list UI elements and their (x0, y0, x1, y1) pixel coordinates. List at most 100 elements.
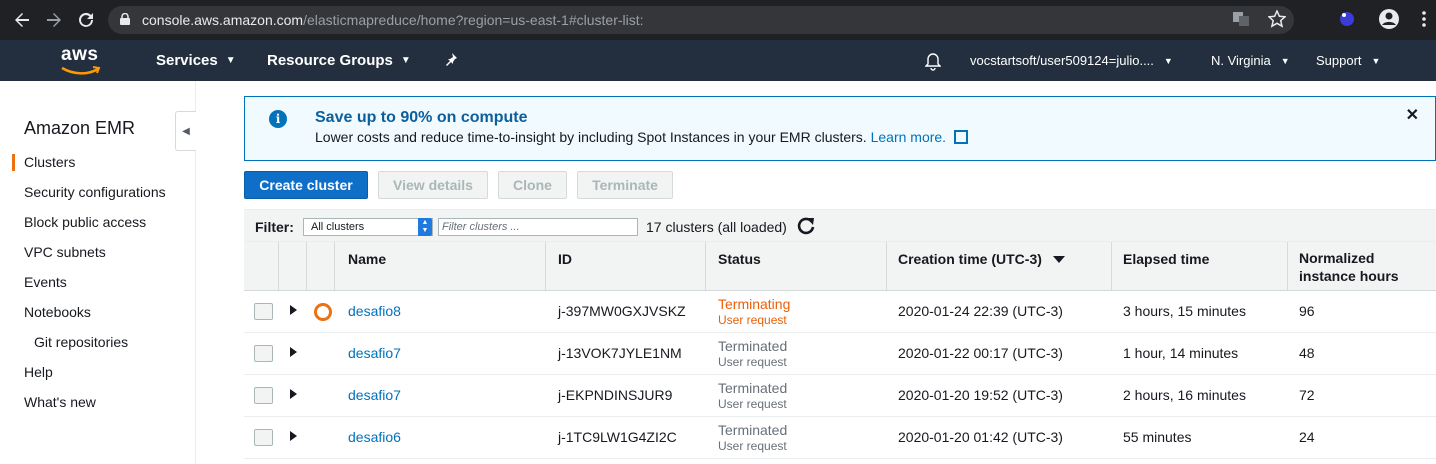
table-row[interactable]: desafio6 j-1TC9LW1G4ZI2C Terminated User… (244, 417, 1436, 459)
sidebar-item-clusters[interactable]: Clusters (11, 154, 75, 171)
table-row[interactable]: desafio7 j-EKPNDINSJUR9 Terminated User … (244, 375, 1436, 417)
column-header-normalized-hours[interactable]: Normalized instance hours (1299, 249, 1399, 285)
normalized-hours: 72 (1299, 387, 1315, 403)
address-bar[interactable]: console.aws.amazon.com/elasticmapreduce/… (108, 6, 1294, 34)
region-menu[interactable]: N. Virginia ▼ (1211, 53, 1290, 68)
status-reason: User request (718, 313, 787, 327)
refresh-icon[interactable] (796, 216, 816, 241)
chevron-left-icon: ◀ (182, 125, 190, 137)
normalized-hours: 24 (1299, 429, 1315, 445)
account-label: vocstartsoft/user509124=julio.... (970, 53, 1154, 68)
select-arrows-icon: ▲ ▼ (418, 218, 432, 236)
expand-row-icon[interactable] (290, 305, 297, 315)
creation-time: 2020-01-24 22:39 (UTC-3) (898, 303, 1063, 319)
status-text: Terminated (718, 338, 788, 354)
forward-icon[interactable] (42, 8, 66, 32)
status-text: Terminating (718, 296, 791, 312)
account-menu[interactable]: vocstartsoft/user509124=julio.... ▼ (970, 53, 1173, 68)
sidebar-title: Amazon EMR (24, 118, 136, 138)
menu-kebab-icon[interactable] (1422, 11, 1426, 32)
column-divider (705, 242, 706, 291)
sidebar-item-events[interactable]: Events (24, 274, 67, 290)
normalized-hours-label-2: instance hours (1299, 268, 1399, 284)
lock-icon (120, 12, 130, 28)
cluster-id: j-397MW0GXJVSKZ (558, 303, 686, 319)
back-icon[interactable] (10, 8, 34, 32)
sidebar-item-vpc-subnets[interactable]: VPC subnets (24, 244, 106, 260)
aws-top-nav: aws Services ▼ Resource Groups ▼ vocstarts… (0, 40, 1436, 81)
row-checkbox[interactable] (254, 345, 273, 362)
sidebar-item-block-public-access[interactable]: Block public access (24, 214, 146, 230)
column-header-status[interactable]: Status (718, 250, 761, 268)
cluster-status: Terminated User request (718, 380, 787, 412)
elapsed-time: 1 hour, 14 minutes (1123, 345, 1239, 361)
spot-savings-banner: i Save up to 90% on compute Lower costs … (244, 96, 1436, 161)
learn-more-link[interactable]: Learn more. (871, 129, 946, 145)
sidebar-item-notebooks[interactable]: Notebooks (24, 304, 91, 320)
expand-row-icon[interactable] (290, 431, 297, 441)
cluster-table-header: Name ID Status Creation time (UTC-3) Ela… (244, 242, 1436, 291)
collapse-sidebar-button[interactable]: ◀ (175, 111, 196, 151)
sort-descending-icon (1052, 256, 1065, 263)
clone-button[interactable]: Clone (498, 171, 567, 199)
sidebar: Amazon EMR ◀ Clusters Security configura… (0, 81, 196, 464)
bell-icon[interactable] (925, 53, 941, 71)
filter-clusters-input[interactable] (438, 218, 638, 236)
elapsed-time: 2 hours, 16 minutes (1123, 387, 1246, 403)
cluster-name-link[interactable]: desafio7 (348, 387, 401, 403)
table-row[interactable]: desafio8 j-397MW0GXJVSKZ Terminating Use… (244, 291, 1436, 333)
status-text: Terminated (718, 380, 788, 396)
url-path: /elasticmapreduce/home?region=us-east-1#… (303, 12, 644, 28)
external-link-icon[interactable] (953, 130, 968, 144)
close-icon[interactable]: ✕ (1406, 105, 1419, 125)
table-row[interactable]: desafio7 j-13VOK7JYLE1NM Terminated User… (244, 333, 1436, 375)
column-divider (306, 242, 307, 291)
info-icon: i (269, 110, 287, 128)
elapsed-time: 55 minutes (1123, 429, 1192, 445)
bookmark-star-icon[interactable] (1267, 9, 1287, 33)
banner-body-text: Lower costs and reduce time-to-insight b… (315, 129, 871, 145)
column-header-id[interactable]: ID (558, 250, 572, 268)
profile-icon[interactable] (1378, 8, 1400, 35)
expand-row-icon[interactable] (290, 347, 297, 357)
expand-row-icon[interactable] (290, 389, 297, 399)
sidebar-item-git-repositories[interactable]: Git repositories (34, 334, 128, 350)
column-divider (278, 242, 279, 291)
status-reason: User request (718, 397, 787, 411)
row-checkbox[interactable] (254, 387, 273, 404)
sidebar-item-security-configurations[interactable]: Security configurations (24, 184, 166, 200)
pin-icon[interactable] (444, 52, 458, 66)
filter-bar: Filter: All clusters ▲▼ 17 clusters (all… (244, 209, 1436, 242)
cluster-status: Terminated User request (718, 422, 787, 454)
column-divider (545, 242, 546, 291)
column-header-name[interactable]: Name (348, 250, 386, 268)
cluster-name-link[interactable]: desafio7 (348, 345, 401, 361)
aws-logo[interactable]: aws (58, 44, 104, 78)
extension-icon[interactable] (1338, 10, 1356, 33)
chevron-down-icon: ▼ (400, 55, 411, 66)
cluster-name-link[interactable]: desafio6 (348, 429, 401, 445)
resource-groups-menu[interactable]: Resource Groups ▼ (267, 52, 411, 69)
view-details-button[interactable]: View details (378, 171, 488, 199)
create-cluster-button[interactable]: Create cluster (244, 171, 368, 199)
banner-title: Save up to 90% on compute (315, 109, 528, 126)
terminate-button[interactable]: Terminate (577, 171, 673, 199)
cluster-filter-select[interactable]: All clusters ▲ ▼ (303, 218, 433, 236)
services-menu[interactable]: Services ▼ (156, 52, 236, 69)
status-text: Terminated (718, 422, 788, 438)
support-menu[interactable]: Support ▼ (1316, 53, 1380, 68)
reload-icon[interactable] (74, 8, 98, 32)
chevron-down-icon: ▼ (225, 55, 236, 66)
cluster-name-link[interactable]: desafio8 (348, 303, 401, 319)
sidebar-item-help[interactable]: Help (24, 364, 53, 380)
translate-icon[interactable] (1232, 10, 1250, 33)
row-checkbox[interactable] (254, 429, 273, 446)
chevron-down-icon: ▼ (1371, 55, 1381, 66)
row-checkbox[interactable] (254, 303, 273, 320)
sidebar-item-whats-new[interactable]: What's new (24, 394, 96, 410)
filter-label: Filter: (255, 219, 294, 235)
normalized-hours: 96 (1299, 303, 1315, 319)
column-header-creation-time[interactable]: Creation time (UTC-3) (898, 250, 1065, 268)
column-divider (886, 242, 887, 291)
column-header-elapsed-time[interactable]: Elapsed time (1123, 250, 1209, 268)
